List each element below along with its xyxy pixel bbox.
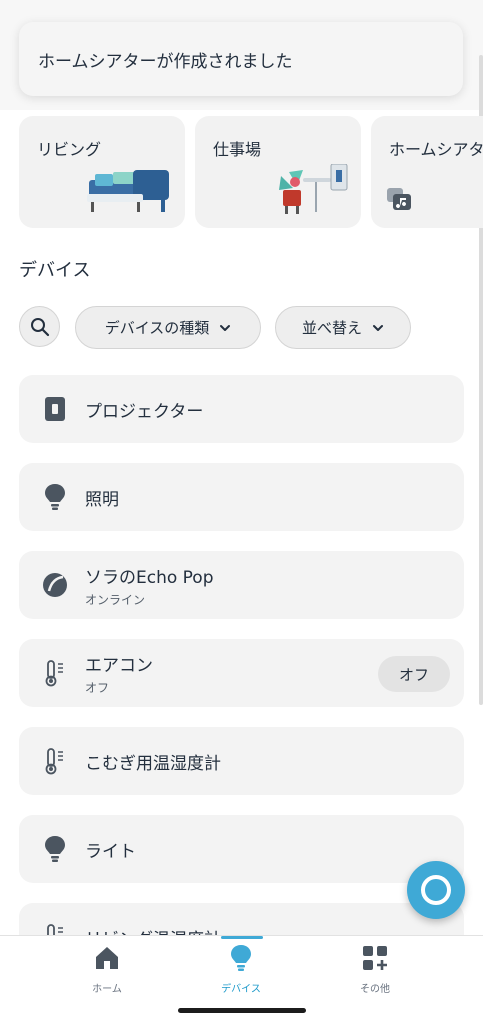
device-type-filter-label: デバイスの種類 (104, 319, 210, 337)
tab-label: デバイス (221, 984, 261, 995)
sort-label: 並べ替え (301, 319, 362, 337)
devices-section-title: デバイス (19, 260, 91, 281)
alexa-button[interactable] (407, 861, 465, 919)
toast-message: ホームシアターが作成されました (38, 51, 293, 72)
home-indicator (178, 1008, 306, 1013)
device-name: プロジェクター (85, 401, 204, 422)
device-name: ライト (85, 841, 136, 862)
device-row[interactable]: プロジェクター (19, 375, 464, 443)
device-name: こむぎ用温湿度計 (85, 753, 221, 774)
bulb-icon (227, 944, 255, 972)
device-name: ソラのEcho Pop (85, 567, 214, 588)
tab-label: その他 (360, 984, 390, 995)
device-row[interactable]: 照明 (19, 463, 464, 531)
group-card-workspace[interactable]: 仕事場 (195, 116, 361, 228)
thermometer-icon (39, 657, 71, 689)
tab-devices[interactable]: デバイス (201, 944, 281, 995)
bulb-icon (39, 833, 71, 865)
device-status: オフ (85, 680, 110, 695)
bulb-icon (39, 481, 71, 513)
search-icon (30, 317, 49, 336)
tab-home[interactable]: ホーム (67, 944, 147, 995)
sofa-illustration (87, 170, 169, 212)
device-name: エアコン (85, 655, 153, 676)
active-tab-indicator (221, 936, 263, 939)
device-row[interactable]: エアコン オフ オフ (19, 639, 464, 707)
group-carousel[interactable]: リビング 仕事場 ホームシアタ (19, 116, 483, 228)
chevron-down-icon (220, 324, 231, 331)
plug-icon (39, 393, 71, 425)
alexa-icon (421, 875, 451, 905)
music-group-icon (387, 188, 411, 210)
thermometer-icon (39, 745, 71, 777)
device-row[interactable]: こむぎ用温湿度計 (19, 727, 464, 795)
group-card-label: リビング (37, 140, 102, 159)
device-status: オンライン (85, 592, 146, 607)
device-name: 照明 (85, 489, 119, 510)
group-card-label: ホームシアタ (389, 140, 483, 159)
home-icon (93, 944, 121, 972)
echo-pop-icon (39, 569, 71, 601)
toast-notification: ホームシアターが作成されました (19, 22, 463, 96)
device-row[interactable]: ソラのEcho Pop オンライン (19, 551, 464, 619)
search-button[interactable] (19, 306, 60, 347)
grid-plus-icon (361, 944, 389, 972)
tab-more[interactable]: その他 (335, 944, 415, 995)
chevron-down-icon (373, 324, 383, 331)
device-type-filter[interactable]: デバイスの種類 (75, 306, 261, 349)
group-card-label: 仕事場 (213, 140, 262, 159)
group-card-living[interactable]: リビング (19, 116, 185, 228)
sort-button[interactable]: 並べ替え (275, 306, 411, 349)
desk-plant-illustration (279, 164, 348, 214)
power-toggle-button[interactable]: オフ (378, 656, 450, 692)
tab-label: ホーム (92, 984, 122, 995)
group-card-home-theater[interactable]: ホームシアタ (371, 116, 483, 228)
device-row[interactable]: ライト (19, 815, 464, 883)
bottom-tab-bar: ホーム デバイス その他 (0, 935, 483, 1024)
